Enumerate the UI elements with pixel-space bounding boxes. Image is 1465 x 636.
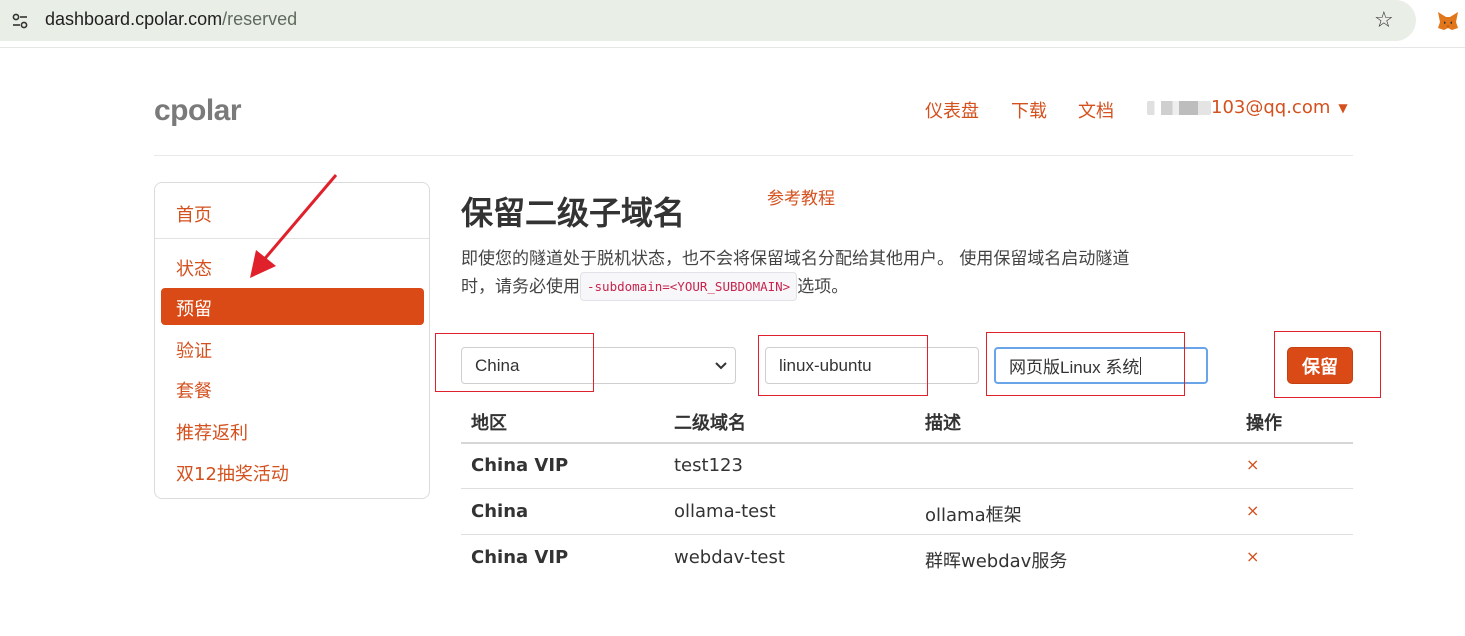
delete-icon[interactable]: ×: [1246, 547, 1259, 566]
url-path: /reserved: [222, 9, 298, 29]
sidebar-item-plan[interactable]: 套餐: [176, 377, 212, 403]
sidebar-item-status[interactable]: 状态: [176, 255, 212, 281]
cell-description: 群晖webdav服务: [925, 551, 1068, 572]
annotation-box-subdomain: [758, 335, 928, 396]
table-header-divider: [461, 442, 1353, 444]
browser-toolbar: dashboard.cpolar.com/reserved ☆: [0, 0, 1465, 48]
url-host: dashboard.cpolar.com: [45, 9, 223, 29]
annotation-box-button: [1274, 331, 1381, 398]
description-line-2: 时，请务必使用 -subdomain=<YOUR_SUBDOMAIN> 选项。: [461, 272, 1181, 301]
table-header-region: 地区: [471, 413, 507, 434]
nav-dashboard-link[interactable]: 仪表盘: [925, 97, 979, 123]
site-settings-icon[interactable]: [10, 11, 30, 31]
tutorial-link[interactable]: 参考教程: [767, 184, 835, 209]
nav-download-link[interactable]: 下载: [1011, 97, 1047, 123]
annotation-box-description: [986, 332, 1185, 396]
cell-region: China VIP: [471, 547, 569, 568]
delete-icon[interactable]: ×: [1246, 501, 1259, 520]
user-menu-dropdown[interactable]: 103@qq.com ▼: [1147, 97, 1348, 118]
sidebar-item-label: 预留: [176, 299, 212, 320]
description-line-1: 即使您的隧道处于脱机状态，也不会将保留域名分配给其他用户。 使用保留域名启动隧道: [461, 249, 1130, 269]
cell-region: China VIP: [471, 455, 569, 476]
delete-icon[interactable]: ×: [1246, 455, 1259, 474]
description-suffix: 选项。: [797, 277, 849, 297]
address-bar[interactable]: dashboard.cpolar.com/reserved ☆: [0, 0, 1416, 41]
sidebar-item-home[interactable]: 首页: [176, 201, 212, 227]
table-header-actions: 操作: [1246, 413, 1282, 434]
cell-region: China: [471, 501, 529, 522]
sidebar-item-reserved[interactable]: 预留: [161, 288, 424, 325]
redacted-username: [1147, 100, 1211, 115]
cpolar-logo[interactable]: cpolar: [154, 94, 242, 128]
cell-subdomain: webdav-test: [674, 547, 785, 568]
bookmark-star-icon[interactable]: ☆: [1374, 8, 1394, 33]
row-divider: [461, 534, 1353, 535]
nav-docs-link[interactable]: 文档: [1078, 97, 1114, 123]
sidebar-item-verify[interactable]: 验证: [176, 337, 212, 363]
page-title: 保留二级子域名: [461, 194, 686, 232]
table-header-description: 描述: [925, 413, 961, 434]
header-divider: [154, 155, 1353, 156]
description-prefix: 时，请务必使用: [461, 277, 580, 297]
cell-description: ollama框架: [925, 505, 1022, 526]
annotation-arrow-icon: [250, 174, 338, 278]
table-header-subdomain: 二级域名: [674, 413, 746, 434]
metamask-extension-icon[interactable]: [1436, 9, 1460, 33]
sidebar-item-referral[interactable]: 推荐返利: [176, 419, 248, 445]
annotation-box-region: [435, 333, 594, 392]
subdomain-code-snippet: -subdomain=<YOUR_SUBDOMAIN>: [580, 272, 798, 301]
cell-subdomain: test123: [674, 455, 743, 476]
chevron-down-icon: [715, 362, 727, 370]
page-description: 即使您的隧道处于脱机状态，也不会将保留域名分配给其他用户。 使用保留域名启动隧道…: [461, 247, 1181, 301]
user-email-suffix: 103@qq.com: [1211, 97, 1331, 118]
cell-subdomain: ollama-test: [674, 501, 776, 522]
row-divider: [461, 488, 1353, 489]
url-text[interactable]: dashboard.cpolar.com/reserved: [45, 9, 297, 30]
caret-down-icon: ▼: [1338, 100, 1348, 115]
sidebar-item-promo[interactable]: 双12抽奖活动: [176, 460, 289, 486]
